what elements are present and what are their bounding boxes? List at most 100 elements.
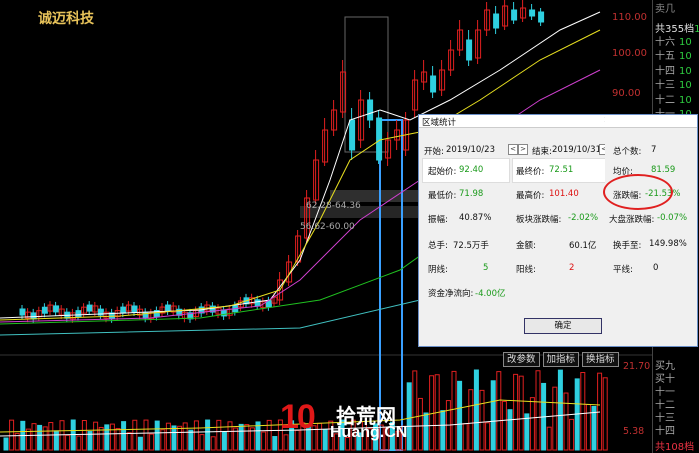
- start-next-arrow-icon[interactable]: >: [518, 144, 528, 155]
- volume-bar: [221, 431, 227, 451]
- bid-level-row[interactable]: 十一: [655, 386, 675, 399]
- highlight-circle: [603, 174, 673, 210]
- volume-value: 72.5万手: [453, 241, 489, 251]
- volume-bar: [25, 428, 31, 451]
- volume-bar: [81, 420, 87, 451]
- candle-body: [430, 75, 437, 93]
- price-axis-label: 100.00: [612, 48, 647, 59]
- volume-bar: [137, 436, 143, 451]
- volume-bar: [210, 436, 216, 451]
- volume-bar: [507, 409, 513, 451]
- switch-indicator-button[interactable]: 换指标: [582, 352, 619, 367]
- turnover-label: 换手至:: [613, 241, 642, 251]
- bid-level-row[interactable]: 买十: [655, 373, 675, 386]
- volume-bar: [216, 419, 222, 451]
- volume-bar: [501, 400, 507, 451]
- bid-total: 共108档: [655, 442, 695, 453]
- summary-value: 10: [694, 24, 699, 35]
- dialog-right-column: 总个数: 7 均价: 81.59 涨跌幅: -21.53% 大盘涨跌幅: -0.…: [603, 114, 698, 347]
- ask-level-row[interactable]: 十六 10: [655, 36, 692, 50]
- ask-level-value: 10: [679, 51, 692, 63]
- sector-change-value: -2.02%: [568, 213, 599, 223]
- ask-level-value: 10: [679, 94, 692, 106]
- bid-levels: 买九 买十 十一 十二 十三 十四: [655, 360, 675, 438]
- volume-bar: [109, 423, 115, 451]
- volume-bar: [182, 422, 188, 451]
- start-date-field[interactable]: 2019/10/23: [446, 145, 495, 155]
- candle-body: [165, 304, 172, 312]
- dialog-titlebar[interactable]: 区域统计 ×: [419, 115, 614, 128]
- candle-body: [254, 299, 261, 307]
- start-prev-arrow-icon[interactable]: <: [508, 144, 518, 155]
- amplitude-value: 40.87%: [459, 213, 492, 223]
- volume-bar: [93, 421, 99, 451]
- end-label: 结束:: [532, 147, 552, 157]
- candle-body: [349, 119, 356, 151]
- candle-body: [367, 99, 374, 121]
- volume-bar: [261, 431, 267, 451]
- volume-bar: [462, 423, 468, 451]
- range-label: 62.28-64.36: [306, 201, 361, 211]
- candle-body: [75, 310, 82, 318]
- amount-label: 金额:: [516, 241, 536, 251]
- ok-button[interactable]: 确定: [524, 318, 602, 334]
- volume-bar: [171, 425, 177, 451]
- bid-level-label: 十二: [655, 400, 675, 411]
- order-book-summary: 共355档10: [655, 20, 699, 35]
- ask-level-label: 十五: [655, 51, 675, 63]
- volume-bar: [132, 419, 138, 451]
- candle-body: [466, 39, 473, 61]
- volume-bar: [126, 432, 132, 451]
- bid-level-row[interactable]: 十四: [655, 425, 675, 438]
- volume-bar: [557, 369, 563, 451]
- bid-level-row[interactable]: 十三: [655, 412, 675, 425]
- volume-bar: [205, 419, 211, 451]
- ask-level-row[interactable]: 十五 10: [655, 50, 692, 64]
- ask-level-label: 十二: [655, 94, 675, 106]
- bid-level-row[interactable]: 十二: [655, 399, 675, 412]
- ask-level-row[interactable]: 十二 10: [655, 94, 692, 108]
- low-price-label: 最低价:: [428, 191, 457, 201]
- net-flow-label: 资金净流向:: [428, 289, 474, 299]
- ask-levels: 十六10 十五10 十四10 十三10 十二10 十一10: [655, 36, 692, 122]
- add-indicator-button[interactable]: 加指标: [542, 352, 580, 367]
- volume-bar: [98, 426, 104, 451]
- ask-level-row[interactable]: 十三 10: [655, 79, 692, 93]
- ask-level-value: 10: [679, 37, 692, 48]
- low-price-value: 71.98: [459, 189, 484, 199]
- high-price-label: 最高价:: [516, 191, 545, 201]
- summary-suffix: 档: [684, 24, 695, 35]
- high-price-value: 101.40: [549, 189, 579, 199]
- ask-level-row[interactable]: 十四 10: [655, 65, 692, 79]
- ask-level-label: 十四: [655, 65, 675, 77]
- watermark-number: 10: [280, 398, 316, 436]
- bid-level-row[interactable]: 买九: [655, 360, 675, 373]
- range-statistics-dialog: 区域统计 × 开始: 2019/10/23 < > 结束: 2019/10/31…: [418, 114, 615, 347]
- end-date-field[interactable]: 2019/10/31: [552, 145, 601, 155]
- volume-bar: [199, 434, 205, 451]
- volume-bar: [585, 404, 591, 451]
- volume-bar: [529, 397, 535, 451]
- negative-candles-value: 5: [483, 263, 489, 273]
- volume-bar: [580, 372, 586, 451]
- volume-bar: [518, 375, 524, 451]
- close-price-label: 最终价:: [516, 167, 545, 177]
- summary-prefix: 共: [655, 24, 665, 35]
- volume-bar: [451, 370, 457, 451]
- volume-bar: [496, 371, 502, 451]
- candle-body: [538, 11, 545, 23]
- candle-body: [19, 308, 26, 316]
- amount-value: 60.1亿: [569, 241, 597, 251]
- volume-bar: [76, 435, 82, 451]
- positive-candles-label: 阳线:: [516, 265, 536, 275]
- volume-bar: [115, 427, 121, 451]
- volume-bar: [244, 424, 250, 451]
- flat-candles-value: 0: [653, 263, 659, 273]
- modify-params-button[interactable]: 改参数: [503, 352, 540, 367]
- volume-bar: [602, 377, 608, 451]
- candle-body: [86, 304, 93, 312]
- negative-candles-label: 阴线:: [428, 265, 448, 275]
- volume-bar: [177, 425, 183, 451]
- dialog-titlebar-extension: [605, 115, 697, 128]
- volume-bar: [149, 433, 155, 451]
